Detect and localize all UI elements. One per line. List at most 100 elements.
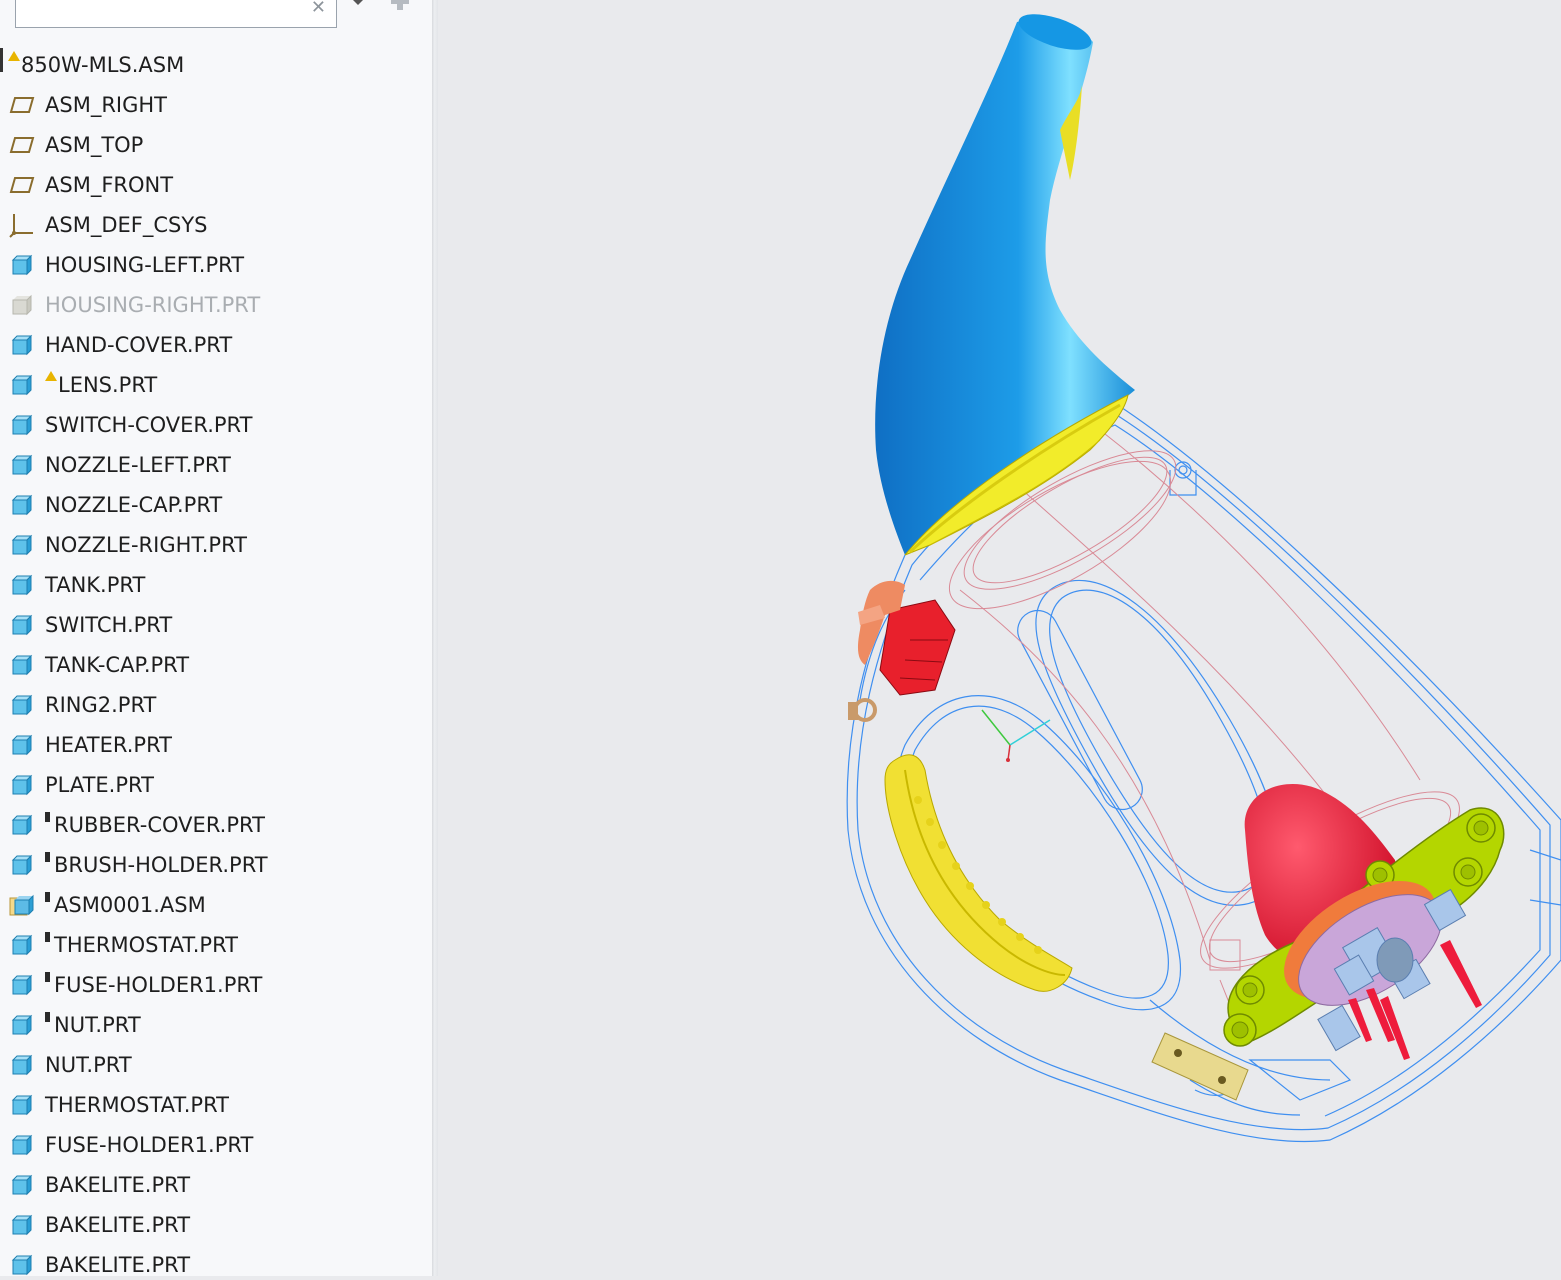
warning-icon [45, 371, 57, 381]
tree-item[interactable]: RING2.PRT [0, 685, 432, 725]
tree-item[interactable]: TANK-CAP.PRT [0, 645, 432, 685]
tree-item[interactable]: TANK.PRT [0, 565, 432, 605]
tree-item-text: RUBBER-COVER.PRT [54, 813, 265, 837]
tree-item-text: FUSE-HOLDER1.PRT [45, 1133, 254, 1157]
csys-icon [9, 212, 35, 238]
part-icon [9, 1012, 35, 1038]
tree-item-label: TANK-CAP.PRT [45, 653, 189, 677]
tree-item-text: HOUSING-LEFT.PRT [45, 253, 245, 277]
part-hidden-icon [9, 292, 35, 318]
part-icon [9, 1092, 35, 1118]
tree-item[interactable]: HEATER.PRT [0, 725, 432, 765]
part-icon [9, 1052, 35, 1078]
tree-item[interactable]: BRUSH-HOLDER.PRT [0, 845, 432, 885]
tree-item-label: THERMOSTAT.PRT [45, 932, 238, 957]
tree-item[interactable]: HOUSING-RIGHT.PRT [0, 285, 432, 325]
tree-item-text: ASM_DEF_CSYS [45, 213, 208, 237]
sub-assembly-icon [9, 892, 35, 918]
tree-item-label: SWITCH-COVER.PRT [45, 413, 252, 437]
tree-item-text: HAND-COVER.PRT [45, 333, 233, 357]
part-icon [9, 932, 35, 958]
tree-item[interactable]: PLATE.PRT [0, 765, 432, 805]
tree-item[interactable]: NOZZLE-CAP.PRT [0, 485, 432, 525]
packaged-marker-icon [45, 852, 50, 862]
tree-item[interactable]: SWITCH.PRT [0, 605, 432, 645]
tree-item-text: THERMOSTAT.PRT [45, 1093, 229, 1117]
graphics-viewport[interactable] [438, 0, 1561, 1276]
packaged-marker-icon [45, 812, 50, 822]
tree-item[interactable]: RUBBER-COVER.PRT [0, 805, 432, 845]
tree-item[interactable]: ASM_DEF_CSYS [0, 205, 432, 245]
tree-item-text: BAKELITE.PRT [45, 1173, 191, 1197]
search-input[interactable]: ✕ [15, 0, 337, 28]
tree-item-label: BAKELITE.PRT [45, 1173, 190, 1197]
tree-item[interactable]: THERMOSTAT.PRT [0, 1085, 432, 1125]
tree-item-label: BRUSH-HOLDER.PRT [45, 852, 268, 877]
model-tree-panel: ✕ 850W-MLS.ASM ASM_RIGHT ASM_TOP ASM_FRONT A… [0, 0, 432, 1276]
tree-item[interactable]: LENS.PRT [0, 365, 432, 405]
tree-item-label: TANK.PRT [45, 573, 145, 597]
part-icon [9, 1212, 35, 1238]
switch-part[interactable] [879, 599, 956, 696]
tree-item[interactable]: NOZZLE-RIGHT.PRT [0, 525, 432, 565]
packaged-marker-icon [45, 1012, 50, 1022]
tree-item-text: NUT.PRT [45, 1053, 132, 1077]
datum-plane-icon [9, 172, 35, 198]
tree-item-label: NOZZLE-LEFT.PRT [45, 453, 231, 477]
tree-item-text: ASM0001.ASM [54, 893, 206, 917]
part-icon [9, 652, 35, 678]
tree-item[interactable]: NUT.PRT [0, 1005, 432, 1045]
tree-item-text: TANK-CAP.PRT [45, 653, 190, 677]
tree-item[interactable]: THERMOSTAT.PRT [0, 925, 432, 965]
tree-item-text: THERMOSTAT.PRT [54, 933, 238, 957]
tree-item-text: BRUSH-HOLDER.PRT [54, 853, 268, 877]
tree-item-text: PLATE.PRT [45, 773, 154, 797]
tree-item-text: BAKELITE.PRT [45, 1213, 191, 1237]
add-column-button[interactable] [389, 0, 411, 14]
packaged-marker-icon [45, 972, 50, 982]
tree-item-label: HOUSING-RIGHT.PRT [45, 293, 260, 317]
tree-item-label: THERMOSTAT.PRT [45, 1093, 229, 1117]
tree-item-label: SWITCH.PRT [45, 613, 172, 637]
tree-item[interactable]: ASM_RIGHT [0, 85, 432, 125]
part-icon [9, 772, 35, 798]
tree-item-label: 850W-MLS.ASM [8, 51, 184, 77]
tree-item[interactable]: NUT.PRT [0, 1045, 432, 1085]
part-icon [9, 1252, 35, 1276]
tree-item-text: NOZZLE-LEFT.PRT [45, 453, 231, 477]
tree-item[interactable]: HAND-COVER.PRT [0, 325, 432, 365]
tree-item[interactable]: BAKELITE.PRT [0, 1205, 432, 1245]
tree-item-label: BAKELITE.PRT [45, 1253, 190, 1276]
tree-item-label: LENS.PRT [45, 371, 157, 397]
tree-item-label: NOZZLE-CAP.PRT [45, 493, 222, 517]
ring-part[interactable] [848, 698, 877, 722]
tree-item-label: NUT.PRT [45, 1012, 141, 1037]
part-icon [9, 812, 35, 838]
tree-item[interactable]: ASM0001.ASM [0, 885, 432, 925]
tree-item-text: FUSE-HOLDER1.PRT [54, 973, 263, 997]
filter-dropdown-button[interactable] [350, 0, 366, 8]
chevron-down-icon [353, 0, 363, 5]
hand-cover-part[interactable] [884, 754, 1073, 992]
tree-item[interactable]: ASM_FRONT [0, 165, 432, 205]
tree-item[interactable]: ASM_TOP [0, 125, 432, 165]
tree-item-text: BAKELITE.PRT [45, 1253, 191, 1276]
tree-item[interactable]: FUSE-HOLDER1.PRT [0, 1125, 432, 1165]
tree-item-text: HEATER.PRT [45, 733, 172, 757]
tree-item[interactable]: NOZZLE-LEFT.PRT [0, 445, 432, 485]
tree-item-label: ASM_FRONT [45, 173, 173, 197]
part-icon [9, 252, 35, 278]
tree-item[interactable]: FUSE-HOLDER1.PRT [0, 965, 432, 1005]
clear-search-icon[interactable]: ✕ [311, 0, 326, 17]
tree-item[interactable]: HOUSING-LEFT.PRT [0, 245, 432, 285]
tree-item[interactable]: SWITCH-COVER.PRT [0, 405, 432, 445]
tree-item[interactable]: BAKELITE.PRT [0, 1165, 432, 1205]
tree-item-text: HOUSING-RIGHT.PRT [45, 293, 261, 317]
tree-item-label: ASM_DEF_CSYS [45, 213, 207, 237]
tree-item[interactable]: BAKELITE.PRT [0, 1245, 432, 1276]
tree-item-text: NOZZLE-RIGHT.PRT [45, 533, 247, 557]
model-canvas[interactable] [438, 0, 1561, 1276]
tree-root-item[interactable]: 850W-MLS.ASM [0, 45, 432, 85]
warning-icon [8, 51, 20, 61]
tree-item-text: NUT.PRT [54, 1013, 141, 1037]
